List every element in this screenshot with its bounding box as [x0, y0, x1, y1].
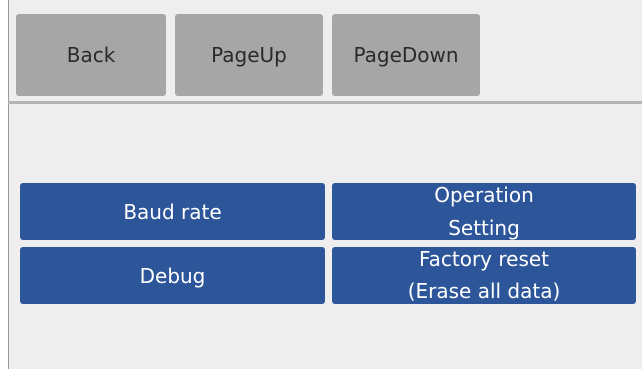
- page-up-button[interactable]: PageUp: [175, 14, 323, 96]
- toolbar-divider: [8, 101, 642, 104]
- settings-screen: Back PageUp PageDown Baud rate Operation…: [0, 0, 642, 369]
- page-down-button[interactable]: PageDown: [332, 14, 480, 96]
- factory-reset-label-line1: Factory reset: [418, 247, 550, 271]
- back-button[interactable]: Back: [16, 14, 166, 96]
- debug-label: Debug: [139, 263, 206, 288]
- baud-rate-button[interactable]: Baud rate: [20, 183, 325, 240]
- factory-reset-label-line2: (Erase all data): [407, 279, 561, 303]
- factory-reset-button[interactable]: Factory reset (Erase all data): [332, 247, 636, 304]
- operation-setting-label-line1: Operation: [434, 183, 534, 207]
- debug-button[interactable]: Debug: [20, 247, 325, 304]
- operation-setting-label-line2: Setting: [448, 216, 520, 240]
- operation-setting-button[interactable]: Operation Setting: [332, 183, 636, 240]
- baud-rate-label: Baud rate: [123, 199, 222, 224]
